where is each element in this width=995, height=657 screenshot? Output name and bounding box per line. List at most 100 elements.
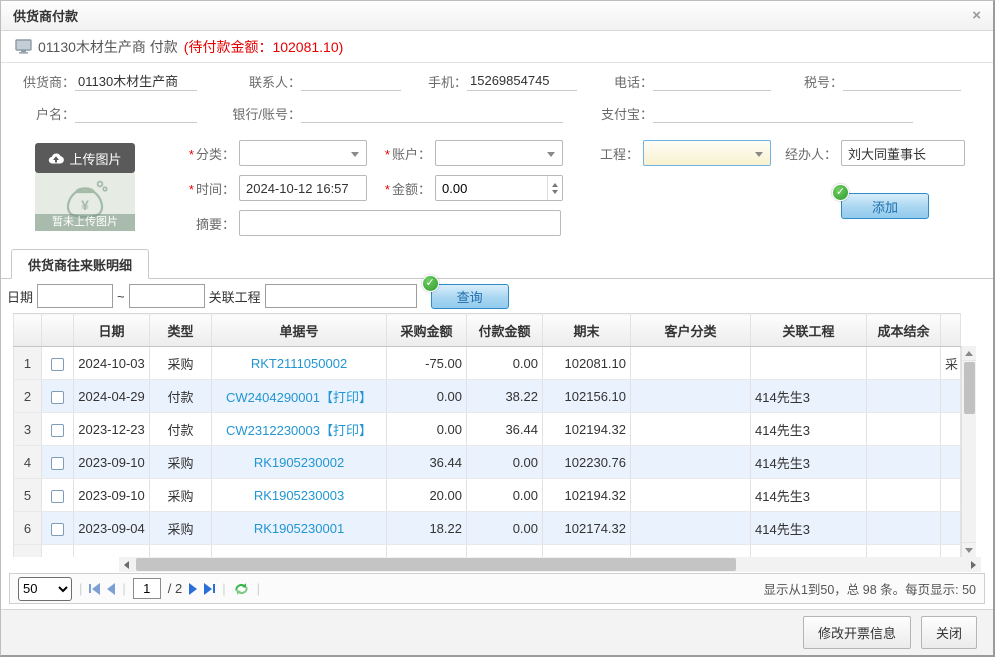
row-checkbox-cell [42, 347, 74, 380]
account-select[interactable] [435, 140, 563, 166]
tab-supplier-account-detail[interactable]: 供货商往来账明细 [11, 249, 149, 279]
account-name-field[interactable] [75, 103, 197, 123]
account-name-label: 户名： [13, 104, 75, 123]
table-row[interactable]: 12024-10-03采购RKT2111050002-75.000.001020… [14, 347, 961, 380]
cell-type: 采购 [150, 479, 212, 512]
row-checkbox[interactable] [51, 391, 64, 404]
modify-invoice-button[interactable]: 修改开票信息 [803, 616, 911, 649]
doc-number-link[interactable]: CW2404290001【打印】 [226, 390, 372, 405]
supplier-field[interactable] [75, 71, 197, 91]
cell-extra [941, 380, 961, 413]
amount-label: *金额： [367, 179, 431, 198]
vertical-scrollbar[interactable] [961, 346, 976, 557]
table-row[interactable]: 22024-04-29付款CW2404290001【打印】0.0038.2210… [14, 380, 961, 413]
doc-number-link[interactable]: CW2312230003【打印】 [226, 423, 372, 438]
row-checkbox[interactable] [51, 457, 64, 470]
doc-number-link[interactable]: RK1905230003 [254, 488, 344, 503]
agent-field[interactable] [841, 140, 965, 166]
cell-doc-no: RK1905230001 [212, 512, 387, 545]
cell-cost-balance [867, 380, 941, 413]
row-checkbox[interactable] [51, 490, 64, 503]
range-tilde: ~ [117, 289, 125, 304]
cell-related-project: 414先生3 [751, 512, 867, 545]
last-page-button[interactable] [204, 583, 215, 595]
page-number-field[interactable] [133, 578, 161, 599]
page-size-select[interactable]: 50 [18, 577, 72, 601]
doc-number-link[interactable]: RKT2111050002 [251, 356, 347, 371]
table-row[interactable]: 52023-09-10采购RK190523000320.000.00102194… [14, 479, 961, 512]
supplier-name-line: 01130木材生产商 付款 [38, 37, 178, 57]
project-select[interactable] [643, 140, 771, 166]
col-extra [941, 314, 961, 347]
col-doc-no: 单据号 [212, 314, 387, 347]
cell-purchase-amount: 36.44 [387, 446, 467, 479]
close-icon[interactable]: × [972, 8, 981, 23]
doc-number-link[interactable]: RK1905230002 [254, 455, 344, 470]
row-checkbox[interactable] [51, 424, 64, 437]
bank-account-field[interactable] [301, 103, 563, 123]
dialog-titlebar: 供货商付款 × [1, 1, 993, 31]
scroll-up-arrow[interactable] [962, 346, 976, 361]
refresh-button[interactable] [233, 581, 250, 597]
payment-entry-section: 上传图片 ¥ 暂未上传图片 *分类： *账户： 工程： [1, 129, 993, 246]
table-row[interactable]: 32023-12-23付款CW2312230003【打印】0.0036.4410… [14, 413, 961, 446]
query-button[interactable]: 查询 [431, 284, 509, 309]
image-placeholder[interactable]: ¥ 暂未上传图片 [35, 173, 135, 231]
required-star: * [385, 182, 390, 197]
scroll-down-arrow[interactable] [962, 542, 976, 557]
time-field[interactable] [239, 175, 367, 201]
summary-field[interactable] [239, 210, 561, 236]
prev-page-button[interactable] [107, 583, 115, 595]
prev-page-icon [107, 583, 115, 595]
cell-type: 付款 [150, 380, 212, 413]
first-page-button[interactable] [89, 583, 100, 595]
page-total: / 2 [168, 581, 182, 596]
scroll-right-arrow[interactable] [966, 557, 981, 572]
query-button-wrap: ✓ 查询 [431, 284, 509, 309]
dialog-close-button[interactable]: 关闭 [921, 616, 977, 649]
next-page-button[interactable] [189, 583, 197, 595]
dialog-footer: 修改开票信息 关闭 [1, 609, 993, 655]
horizontal-scrollbar[interactable] [119, 557, 981, 572]
phone-field[interactable] [653, 71, 771, 91]
vertical-scroll-thumb[interactable] [964, 362, 975, 414]
last-page-icon [213, 584, 215, 593]
horizontal-scroll-thumb[interactable] [136, 558, 736, 571]
project-filter-field[interactable] [265, 284, 417, 308]
amount-stepper [435, 175, 563, 201]
required-star: * [385, 147, 390, 162]
cell-extra: 采 [941, 347, 961, 380]
upload-image-button[interactable]: 上传图片 [35, 143, 135, 173]
amount-spin-buttons[interactable] [547, 176, 562, 200]
cell-cost-balance [867, 413, 941, 446]
table-row[interactable]: 62023-09-04采购RK190523000118.220.00102174… [14, 512, 961, 545]
amount-field[interactable] [435, 175, 563, 201]
cell-date: 2023-09-04 [74, 512, 150, 545]
add-button[interactable]: 添加 [841, 193, 929, 219]
filter-row: 日期 ~ 关联工程 ✓ 查询 [1, 279, 993, 313]
info-row-2: 户名： 银行/账号： 支付宝： [13, 97, 981, 129]
row-checkbox[interactable] [51, 523, 64, 536]
date-to-field[interactable] [129, 284, 205, 308]
cell-cost-balance [867, 512, 941, 545]
first-page-icon [89, 584, 91, 593]
row-checkbox[interactable] [51, 358, 64, 371]
supplier-payment-dialog: 供货商付款 × 01130木材生产商 付款 (待付款金额：102081.10) … [0, 0, 995, 657]
doc-number-link[interactable]: RK1905230001 [254, 521, 344, 536]
scroll-left-arrow[interactable] [119, 557, 134, 572]
contact-field[interactable] [301, 71, 401, 91]
table-row[interactable]: 42023-09-10采购RK190523000236.440.00102230… [14, 446, 961, 479]
alipay-field[interactable] [653, 103, 913, 123]
category-select[interactable] [239, 140, 367, 166]
col-related-project: 关联工程 [751, 314, 867, 347]
row-checkbox-cell [42, 446, 74, 479]
tax-no-field[interactable] [843, 71, 961, 91]
triangle-right-icon [971, 561, 976, 569]
cell-extra [941, 446, 961, 479]
mobile-field[interactable] [467, 71, 577, 91]
row-checkbox-cell [42, 380, 74, 413]
date-from-field[interactable] [37, 284, 113, 308]
cell-purchase-amount: 20.00 [387, 479, 467, 512]
supplier-info-form: 供货商： 联系人： 手机： 电话： 税号： 户名： 银行/账号： 支付宝： [1, 63, 993, 129]
table-header-row: 日期 类型 单据号 采购金额 付款金额 期末 客户分类 关联工程 成本结余 [14, 314, 961, 347]
